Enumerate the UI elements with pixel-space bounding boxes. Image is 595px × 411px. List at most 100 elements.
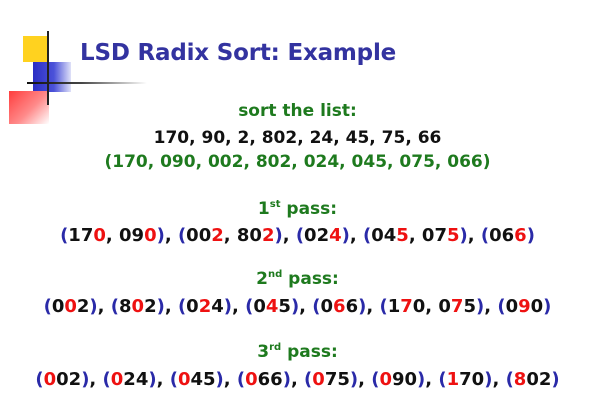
- number-digits: 75: [324, 369, 350, 390]
- pass-3-number: 3: [257, 342, 270, 362]
- number-separator: ,: [223, 225, 237, 246]
- open-paren: (: [35, 369, 44, 390]
- number-digits: 07: [421, 225, 447, 246]
- sort-digit: 8: [513, 369, 527, 390]
- group-separator: ,: [97, 296, 111, 317]
- group-separator: ,: [299, 296, 313, 317]
- number-digits: 0: [438, 296, 451, 317]
- pass-2-number: 2: [256, 269, 268, 289]
- open-paren: (: [102, 369, 111, 390]
- number-digits: 0: [320, 296, 334, 317]
- open-paren: (: [177, 225, 187, 246]
- sort-digit: 4: [265, 296, 279, 317]
- number-digits: 8: [119, 296, 132, 317]
- logo-yellow-square: [23, 36, 49, 62]
- number-digits: 2: [76, 296, 90, 317]
- sort-digit: 5: [446, 225, 460, 246]
- close-paren: ): [156, 296, 165, 317]
- number-digits: 80: [236, 225, 262, 246]
- number-digits: 02: [526, 369, 552, 390]
- close-paren: ): [551, 369, 560, 390]
- close-paren: ): [274, 225, 283, 246]
- sort-digit: 0: [131, 296, 145, 317]
- pass-2-result: (002), (802), (024), (045), (066), (170,…: [0, 296, 595, 317]
- number-digits: 02: [304, 225, 330, 246]
- number-digits: 6: [345, 296, 359, 317]
- group-separator: ,: [484, 296, 498, 317]
- number-digits: 5: [278, 296, 291, 317]
- open-paren: (: [312, 296, 321, 317]
- sort-digit: 9: [518, 296, 531, 317]
- sort-digit: 0: [144, 225, 157, 246]
- number-digits: 2: [144, 296, 157, 317]
- number-digits: 1: [387, 296, 401, 317]
- number-separator: ,: [425, 296, 439, 317]
- group-separator: ,: [89, 369, 103, 390]
- number-digits: 0: [186, 296, 199, 317]
- pass-3-result: (002), (024), (045), (066), (075), (090)…: [0, 369, 595, 390]
- sort-digit: 5: [396, 225, 409, 246]
- group-separator: ,: [492, 369, 506, 390]
- open-paren: (: [362, 225, 372, 246]
- close-paren: ): [282, 369, 291, 390]
- close-paren: ): [156, 225, 165, 246]
- open-paren: (: [169, 369, 178, 390]
- number-digits: 02: [56, 369, 82, 390]
- open-paren: (: [497, 296, 506, 317]
- group-separator: ,: [282, 225, 296, 246]
- sort-digit: 7: [400, 296, 413, 317]
- number-digits: 0: [51, 296, 65, 317]
- sort-digit: 0: [93, 225, 106, 246]
- close-paren: ): [349, 369, 359, 390]
- pass-3-suffix: rd: [269, 342, 282, 353]
- open-paren: (: [236, 369, 246, 390]
- sort-digit: 0: [43, 369, 57, 390]
- number-digits: 00: [186, 225, 212, 246]
- number-digits: 06: [489, 225, 515, 246]
- group-separator: ,: [156, 369, 170, 390]
- number-digits: 0: [530, 296, 544, 317]
- sort-digit: 0: [177, 369, 191, 390]
- sort-digit: 7: [450, 296, 464, 317]
- number-digits: 70: [459, 369, 485, 390]
- open-paren: (: [110, 296, 119, 317]
- number-digits: 04: [371, 225, 397, 246]
- pass-1-suffix: st: [269, 199, 281, 210]
- open-paren: (: [480, 225, 490, 246]
- open-paren: (: [438, 369, 447, 390]
- pass-1-result: (170, 090), (002, 802), (024), (045, 075…: [0, 225, 595, 246]
- sort-digit: 0: [245, 369, 258, 390]
- pass-3-label: pass:: [287, 342, 338, 362]
- group-separator: ,: [366, 296, 380, 317]
- close-paren: ): [290, 296, 300, 317]
- group-separator: ,: [164, 225, 178, 246]
- close-paren: ): [543, 296, 552, 317]
- close-paren: ): [341, 225, 350, 246]
- number-separator: ,: [105, 225, 119, 246]
- number-digits: 66: [257, 369, 283, 390]
- pass-3-heading: 3rd pass:: [0, 342, 595, 362]
- group-separator: ,: [232, 296, 246, 317]
- sort-digit: 4: [329, 225, 342, 246]
- original-list: 170, 90, 2, 802, 24, 45, 75, 66: [153, 128, 442, 148]
- group-separator: ,: [290, 369, 305, 390]
- group-separator: ,: [349, 225, 363, 246]
- group-separator: ,: [223, 369, 237, 390]
- number-digits: 24: [123, 369, 149, 390]
- intro-heading: sort the list:: [238, 101, 357, 121]
- close-paren: ): [215, 369, 224, 390]
- pass-2-label: pass:: [288, 269, 339, 289]
- pass-1-number: 1: [257, 199, 270, 219]
- sort-digit: 2: [198, 296, 212, 317]
- logo-horizontal-line: [27, 82, 147, 84]
- close-paren: ): [89, 296, 98, 317]
- group-separator: ,: [467, 225, 481, 246]
- open-paren: (: [379, 296, 388, 317]
- number-digits: 45: [190, 369, 216, 390]
- sort-digit: 0: [312, 369, 325, 390]
- pass-1-label: pass:: [286, 199, 338, 219]
- group-separator: ,: [358, 369, 372, 390]
- logo-blue-square: [33, 62, 71, 92]
- number-digits: 09: [119, 225, 145, 246]
- close-paren: ): [475, 296, 485, 317]
